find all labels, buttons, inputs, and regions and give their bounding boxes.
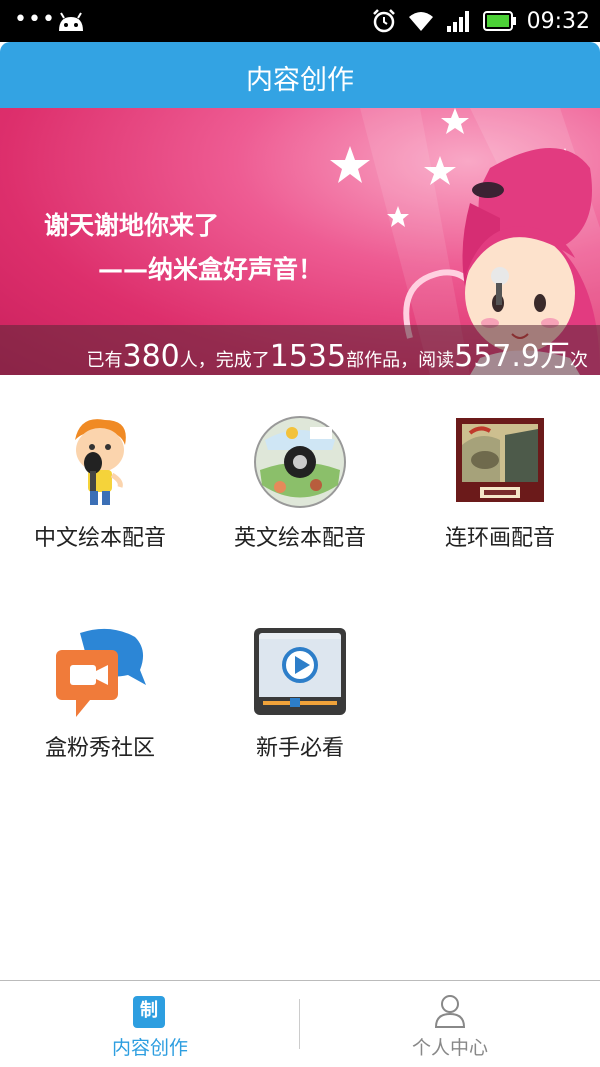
banner-stats-bar: 已有 380 人，完成了 1535 部作品，阅读 557.9万 次 [0,325,600,375]
boy-microphone-icon [75,419,126,505]
user-icon [434,995,466,1028]
menu-label: 盒粉秀社区 [44,736,155,761]
android-icon [59,12,83,31]
menu-label: 英文绘本配音 [233,526,366,551]
banner-slogan-line1: 谢天谢地你来了 [44,211,220,240]
status-time: 09:32 [526,8,590,34]
more-dots-icon: ••• [14,7,56,32]
video-play-icon [254,628,346,715]
comic-frame-icon [456,418,544,502]
menu-chinese-picturebook-dub[interactable]: 中文绘本配音 [0,375,200,575]
menu-beginner-guide[interactable]: 新手必看 [200,585,400,785]
battery-icon [482,11,516,31]
stats-reads-unit: 次 [570,350,588,371]
status-bar: ••• 09:32 [0,0,600,42]
nav-tab-label: 内容创作 [111,1037,188,1059]
signal-icon [446,11,469,32]
content-creation-icon: 制 [133,996,165,1028]
menu-label: 中文绘本配音 [33,526,166,551]
alarm-icon [372,9,395,33]
menu-english-picturebook-dub[interactable]: 英文绘本配音 [200,375,400,575]
cd-disc-icon [254,416,346,508]
stats-works-unit: 部作品，阅读 [346,350,455,371]
stats-reads-count: 557.9万 [454,339,570,374]
stats-users-unit: 人，完成了 [179,350,270,371]
menu-label: 新手必看 [255,736,344,761]
title-bar: 内容创作 [0,42,600,108]
bottom-nav: 制 内容创作 个人中心 [0,980,600,1067]
stats-users-count: 380 [122,339,180,374]
menu-community[interactable]: 盒粉秀社区 [0,585,200,785]
stats-works-count: 1535 [269,339,347,374]
promo-banner[interactable]: 谢天谢地你来了 ——纳米盒好声音！ 已有 380 人，完成了 1535 部作品，… [0,108,600,375]
menu-comic-dub[interactable]: 连环画配音 [400,375,600,575]
feature-grid: 中文绘本配音 英文绘本配音 连环画配音 盒粉秀社区 新手必看 [0,375,600,980]
page-title: 内容创作 [246,65,354,96]
banner-slogan-line2: ——纳米盒好声音！ [98,255,324,284]
chat-bubble-video-icon [56,628,146,717]
menu-label: 连环画配音 [444,526,555,551]
wifi-icon [408,12,433,31]
stats-prefix: 已有 [86,350,123,371]
nav-tab-content-creation[interactable]: 制 内容创作 [0,981,300,1067]
nav-tab-profile[interactable]: 个人中心 [300,981,600,1067]
nav-tab-label: 个人中心 [411,1037,488,1059]
